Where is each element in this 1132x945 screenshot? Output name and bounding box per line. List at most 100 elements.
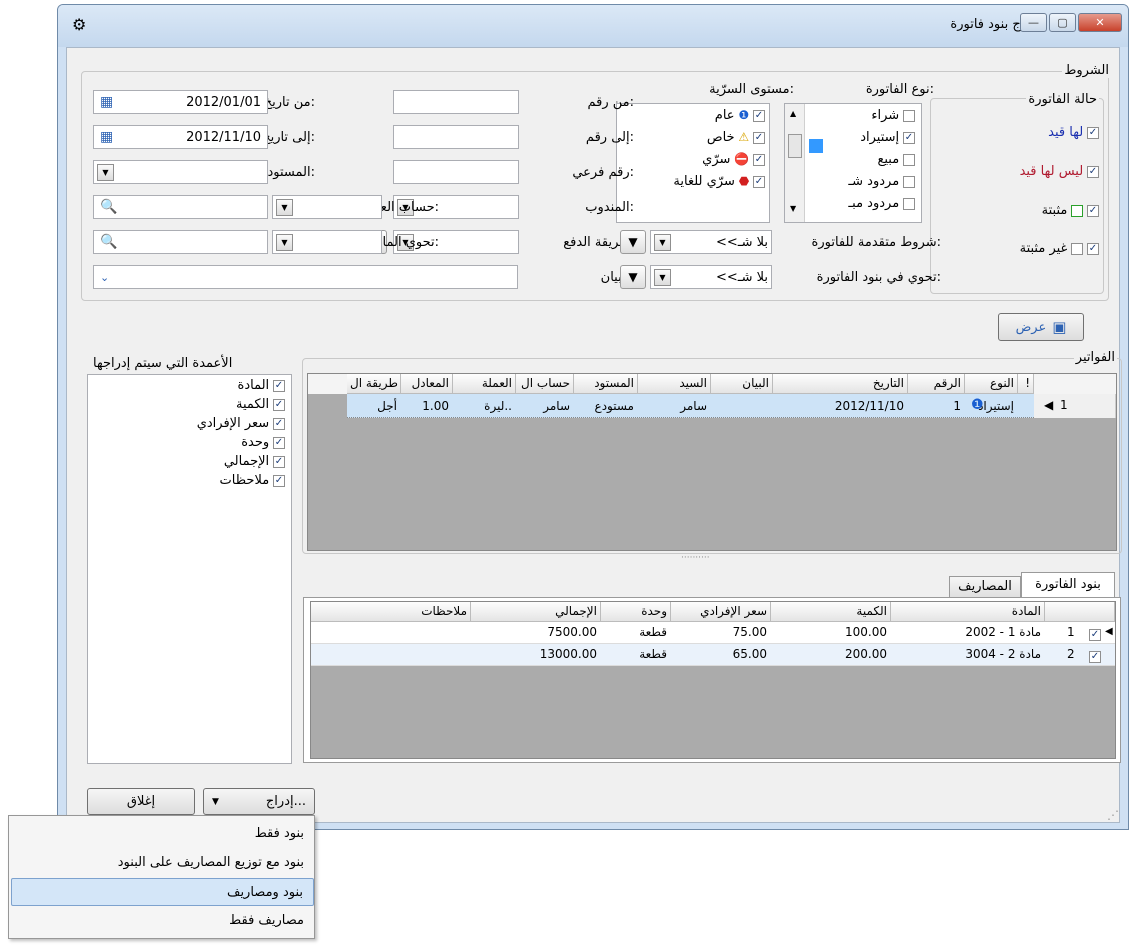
chevron-down-icon[interactable]: ▼ — [654, 233, 671, 251]
no-entry-icon: ⛔ — [734, 152, 750, 166]
tab-expenses[interactable]: المصاريف — [949, 576, 1021, 598]
to-number-label: إلى رقم: — [585, 130, 634, 145]
to-number-input[interactable] — [393, 125, 519, 149]
contains-material-field[interactable]: 🔍 — [93, 230, 268, 254]
menu-item-items-only[interactable]: بنود فقط — [11, 820, 314, 848]
list-item[interactable]: الكمية — [236, 397, 285, 412]
tab-invoice-items[interactable]: بنود الفاتورة — [1021, 572, 1115, 598]
list-item[interactable]: وحدة — [241, 435, 285, 450]
state-item-posted[interactable]: مثبتة — [1042, 203, 1099, 218]
calendar-icon[interactable]: ▦ — [100, 129, 113, 145]
customer-account-combo[interactable]: ▼ — [272, 195, 382, 219]
info-icon: ❶ — [971, 397, 984, 413]
close-button[interactable]: إغلاق — [87, 788, 195, 815]
state-item-no-entry[interactable]: ليس لها قيد — [1020, 164, 1099, 179]
security-item[interactable]: ⛔ سرّي — [702, 152, 765, 167]
blue-marker — [809, 139, 823, 153]
chevron-down-icon[interactable]: ▼ — [276, 198, 293, 216]
sub-number-label: رقم فرعي: — [572, 165, 634, 180]
chevron-down-icon: ▼ — [212, 796, 219, 807]
table-row[interactable]: ◀ 1 إستيراد ❶ 1 2012/11/10 سامر مستودع س… — [347, 394, 1116, 418]
to-date-field[interactable]: ▦ 2012/11/10 — [93, 125, 268, 149]
chevron-down-icon[interactable]: ▼ — [97, 163, 114, 181]
table-row[interactable]: 2 3004 - مادة 2 200.00 65.00 قطعة 13000.… — [311, 644, 1115, 666]
checkbox[interactable] — [1087, 126, 1099, 139]
advanced-conditions-combo[interactable]: ▼ <<بلا شـ — [650, 230, 772, 254]
invoice-type-item[interactable]: مبيع — [877, 152, 915, 167]
filter-icon[interactable]: ▼ — [620, 230, 646, 254]
invoice-type-list[interactable]: ▲ ▼ شراء إستيراد مبيع مردود شـ مردود مبـ — [784, 103, 922, 223]
menu-item-expenses-only[interactable]: مصاريف فقط — [11, 907, 314, 935]
checkbox[interactable] — [1087, 165, 1099, 178]
search-icon[interactable]: 🔍 — [100, 234, 117, 250]
list-scrollbar[interactable]: ▲ ▼ — [785, 104, 805, 222]
chevron-down-icon[interactable]: ▼ — [654, 268, 671, 286]
from-number-input[interactable] — [393, 90, 519, 114]
list-item[interactable]: ملاحظات — [220, 473, 285, 488]
from-date-field[interactable]: ▦ 2012/01/01 — [93, 90, 268, 114]
invoice-type-item[interactable]: إستيراد — [860, 130, 915, 145]
green-square-icon — [1071, 204, 1084, 217]
checkbox[interactable] — [1087, 242, 1099, 255]
list-item[interactable]: سعر الإفرادي — [197, 416, 285, 431]
checkbox[interactable] — [1089, 650, 1101, 663]
sub-number-input[interactable] — [393, 160, 519, 184]
search-icon[interactable]: 🔍 — [100, 199, 117, 215]
warehouse-combo[interactable]: ▼ — [93, 160, 268, 184]
empty-square-icon — [1071, 242, 1084, 255]
statement-field[interactable]: ⌄ — [93, 265, 518, 289]
list-item[interactable]: الإجمالي — [224, 454, 285, 469]
minimize-button[interactable]: — — [1020, 13, 1047, 32]
contains-material-combo[interactable]: ▼ — [272, 230, 382, 254]
invoice-type-item[interactable]: مردود مبـ — [848, 196, 915, 211]
security-level-list[interactable]: ❶ عام ⚠ خاص ⛔ سرّي ⬣ سرّي للغاية — [616, 103, 770, 223]
info-icon: ❶ — [738, 108, 750, 122]
columns-list[interactable]: المادة الكمية سعر الإفرادي وحدة الإجمالي… — [87, 374, 292, 764]
invoice-type-item[interactable]: شراء — [871, 108, 915, 123]
from-date-label: من تاريخ: — [263, 95, 315, 110]
close-window-button[interactable]: ✕ — [1078, 13, 1122, 32]
advanced-conditions-label: شروط متقدمة للفاتورة: — [811, 235, 941, 250]
state-item-not-posted[interactable]: غير مثبتة — [1020, 241, 1099, 256]
security-item[interactable]: ⬣ سرّي للغاية — [673, 174, 765, 189]
state-item-has-entry[interactable]: لها قيد — [1048, 125, 1099, 140]
scroll-thumb[interactable] — [788, 134, 802, 158]
view-icon: ▣ — [1052, 318, 1067, 336]
chevron-down-icon[interactable]: ⌄ — [100, 271, 109, 284]
security-item[interactable]: ⚠ خاص — [707, 130, 765, 145]
calendar-icon[interactable]: ▦ — [100, 94, 113, 110]
table-row[interactable]: ◀ 1 2002 - مادة 1 100.00 75.00 قطعة 7500… — [311, 622, 1115, 644]
contains-items-combo[interactable]: ▼ <<بلا شـ — [650, 265, 772, 289]
splitter-handle[interactable]: ·········· — [681, 553, 710, 563]
from-number-label: من رقم: — [587, 95, 634, 110]
maximize-button[interactable]: ▢ — [1049, 13, 1076, 32]
customer-account-field[interactable]: 🔍 — [93, 195, 268, 219]
items-grid[interactable]: المادة الكمية سعر الإفرادي وحدة الإجمالي… — [310, 601, 1116, 759]
title-bar[interactable]: ⚙ إدراج بنود فاتورة ✕ ▢ — — [58, 5, 1128, 47]
chevron-down-icon[interactable]: ▼ — [276, 233, 293, 251]
delegate-label: المندوب: — [585, 200, 634, 215]
checkbox[interactable] — [1087, 204, 1099, 217]
filter-icon[interactable]: ▼ — [620, 265, 646, 289]
insert-menu: بنود فقط بنود مع توزيع المصاريف على البن… — [8, 815, 315, 939]
invoices-grid[interactable]: ! النوع الرقم التاريخ البيان السيد المست… — [307, 373, 1117, 551]
show-button[interactable]: عرض ▣ — [998, 313, 1084, 341]
scroll-up-icon[interactable]: ▲ — [790, 109, 796, 118]
checkbox[interactable] — [1089, 628, 1101, 641]
list-item[interactable]: المادة — [238, 378, 285, 393]
warning-icon: ⚠ — [738, 130, 750, 144]
grid-header-corner — [1045, 602, 1115, 622]
invoice-type-item[interactable]: مردود شـ — [848, 174, 915, 189]
scroll-down-icon[interactable]: ▼ — [790, 204, 796, 213]
row-indicator-icon: ◀ — [1105, 626, 1113, 637]
resize-grip-icon[interactable]: ⋰ — [1107, 808, 1119, 822]
menu-item-items-with-expense-distribution[interactable]: بنود مع توزيع المصاريف على البنود — [11, 849, 314, 877]
contains-items-label: تحوي في بنود الفاتورة: — [816, 270, 941, 285]
security-item[interactable]: ❶ عام — [715, 108, 765, 123]
to-date-label: إلى تاريخ: — [262, 130, 315, 145]
app-icon: ⚙ — [72, 15, 87, 34]
insert-button[interactable]: ▼ إدراج... — [203, 788, 315, 815]
menu-item-items-and-expenses[interactable]: بنود ومصاريف — [11, 878, 314, 906]
invoice-state-label: حالة الفاتورة — [1026, 92, 1099, 107]
stop-icon: ⬣ — [738, 174, 750, 188]
